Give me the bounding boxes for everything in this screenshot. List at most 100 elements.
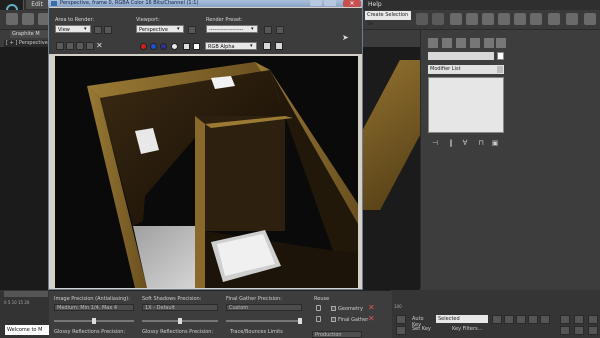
background-swatch[interactable] [193, 43, 200, 50]
utilities-tab-icon[interactable] [496, 38, 506, 48]
clear-final-gather-icon[interactable]: ✕ [368, 315, 376, 323]
render-preset-value: ------------------- [209, 27, 244, 33]
final-gather-reuse-label: Final Gather [338, 317, 369, 323]
field-of-view-icon[interactable] [560, 326, 570, 335]
save-image-icon[interactable] [56, 42, 64, 50]
layer-icon[interactable] [450, 13, 462, 25]
next-frame-icon[interactable] [528, 315, 538, 324]
maximize-button[interactable] [324, 0, 336, 6]
align-icon[interactable] [432, 13, 444, 25]
show-end-result-icon[interactable]: ‖ [446, 138, 456, 148]
lock-geometry-icon[interactable] [316, 305, 321, 311]
print-image-icon[interactable] [86, 42, 94, 50]
maximize-viewport-icon[interactable] [588, 326, 598, 335]
edit-region-icon[interactable] [94, 26, 102, 34]
glossy-reflections-label-2: Glossy Reflections Precision: [142, 329, 214, 335]
curve-editor-icon[interactable] [482, 13, 494, 25]
render-iterative-icon[interactable] [584, 13, 596, 25]
geometry-checkbox[interactable] [331, 306, 336, 311]
monochrome-toggle[interactable] [183, 43, 190, 50]
blue-channel-toggle[interactable] [160, 43, 167, 50]
zoom-icon[interactable] [560, 315, 570, 324]
pan-icon[interactable] [574, 315, 584, 324]
modifier-stack[interactable] [428, 77, 504, 133]
chevron-down-icon: ▾ [251, 26, 254, 32]
image-precision-slider-knob[interactable] [92, 318, 96, 324]
image-precision-field[interactable]: Medium: Min 1/4, Max 4 [54, 304, 134, 311]
soft-shadows-label: Soft Shadows Precision: [142, 296, 202, 302]
material-editor-icon[interactable] [514, 13, 526, 25]
final-gather-slider[interactable] [226, 320, 302, 322]
final-gather-slider-knob[interactable] [298, 318, 302, 324]
auto-region-icon[interactable] [104, 26, 112, 34]
render-frame-icon[interactable] [548, 13, 560, 25]
unlink-icon[interactable] [22, 13, 34, 25]
trace-bounces-label: Trace/Bounces Limits [230, 329, 283, 335]
rendered-image[interactable] [55, 56, 358, 288]
image-precision-label: Image Precision (Antialiasing): [54, 296, 130, 302]
viewport-dropdown[interactable]: Perspective ▾ [136, 25, 184, 33]
pin-stack-icon[interactable]: ⊣ [430, 138, 440, 148]
object-name-field[interactable] [428, 52, 494, 60]
key-filters-button[interactable]: Key Filters... [452, 326, 492, 334]
environment-icon[interactable] [276, 26, 284, 34]
walk-through-icon[interactable] [574, 326, 584, 335]
key-mode-dropdown[interactable]: Selected [436, 315, 488, 323]
toggle-ui-overlay-icon[interactable] [263, 42, 271, 50]
partition-wall [195, 116, 285, 231]
goto-end-icon[interactable] [540, 315, 550, 324]
viewport-label[interactable]: [ + ] Perspective [4, 40, 52, 47]
named-selection-set[interactable]: Create Selection Se [365, 11, 411, 27]
clear-geometry-icon[interactable]: ✕ [368, 304, 376, 312]
remove-modifier-icon[interactable]: ⊓ [476, 138, 486, 148]
alpha-channel-toggle[interactable] [171, 43, 178, 50]
final-gather-field[interactable]: Custom [226, 304, 302, 311]
time-slider[interactable] [4, 291, 48, 297]
prev-frame-icon[interactable] [504, 315, 514, 324]
modify-tab-icon[interactable] [442, 38, 452, 48]
play-icon[interactable] [516, 315, 526, 324]
channel-display-dropdown[interactable]: RGB Alpha ▾ [205, 42, 257, 50]
object-color-swatch[interactable] [497, 52, 504, 60]
clone-window-icon[interactable] [76, 42, 84, 50]
soft-shadows-field[interactable]: 1X - Default [142, 304, 218, 311]
lock-final-gather-icon[interactable] [316, 316, 321, 322]
set-key-button[interactable]: Set Key [412, 326, 434, 334]
area-to-render-dropdown[interactable]: View ▾ [55, 25, 91, 33]
lock-icon[interactable] [396, 315, 406, 324]
motion-tab-icon[interactable] [470, 38, 480, 48]
final-gather-checkbox[interactable] [331, 317, 336, 322]
orbit-icon[interactable] [588, 315, 598, 324]
auto-key-button[interactable]: Auto Key [412, 316, 434, 328]
configure-sets-icon[interactable]: ▣ [490, 138, 500, 148]
render-production-icon[interactable] [566, 13, 578, 25]
lock-viewport-icon[interactable] [188, 26, 196, 34]
minimize-button[interactable] [310, 0, 322, 6]
green-channel-toggle[interactable] [150, 43, 157, 50]
render-preset-dropdown[interactable]: ------------------- ▾ [206, 25, 258, 33]
render-setup-icon[interactable] [264, 26, 272, 34]
menu-edit[interactable]: Edit [26, 0, 48, 9]
red-channel-toggle[interactable] [140, 43, 147, 50]
link-icon[interactable] [6, 13, 18, 25]
close-button[interactable]: ✕ [343, 0, 361, 7]
make-unique-icon[interactable]: ∀ [460, 138, 470, 148]
clear-icon[interactable]: ✕ [96, 42, 104, 50]
menu-help[interactable]: Help [368, 0, 388, 9]
create-tab-icon[interactable] [428, 38, 438, 48]
maxscript-listener[interactable]: Welcome to M [5, 325, 49, 335]
mouse-cursor-icon: ➤ [342, 33, 349, 42]
render-setup-icon[interactable] [530, 13, 542, 25]
goto-start-icon[interactable] [492, 315, 502, 324]
schematic-icon[interactable] [498, 13, 510, 25]
hierarchy-tab-icon[interactable] [456, 38, 466, 48]
modifier-list-dropdown[interactable]: Modifier List [428, 65, 504, 74]
production-dropdown[interactable]: Production [312, 331, 362, 338]
graphite-icon[interactable] [466, 13, 478, 25]
display-tab-icon[interactable] [484, 38, 494, 48]
toggle-ui-icon[interactable] [275, 42, 283, 50]
copy-image-icon[interactable] [66, 42, 74, 50]
soft-shadows-slider-knob[interactable] [178, 318, 182, 324]
key-icon[interactable] [396, 326, 406, 335]
mirror-icon[interactable] [416, 13, 428, 25]
